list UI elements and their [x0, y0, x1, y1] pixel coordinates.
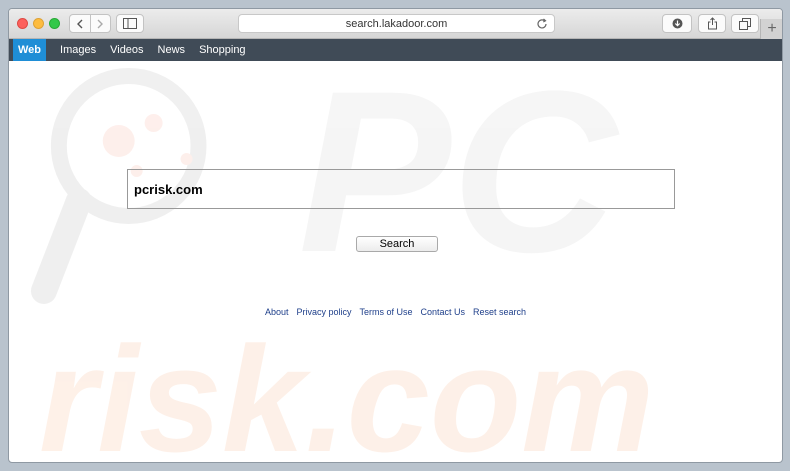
search-button[interactable]: Search — [356, 236, 438, 252]
close-window-button[interactable] — [17, 18, 28, 29]
minimize-window-button[interactable] — [33, 18, 44, 29]
watermark-logo: PC risk.com — [30, 61, 654, 463]
zoom-window-button[interactable] — [49, 18, 60, 29]
forward-icon — [97, 19, 104, 28]
share-button[interactable] — [698, 14, 726, 33]
browser-window: search.lakadoor.com + Web Images Videos New… — [8, 8, 783, 463]
watermark-risk-text: risk.com — [39, 315, 654, 463]
history-nav-group — [69, 14, 111, 33]
back-icon — [76, 19, 83, 28]
nav-item-news[interactable]: News — [152, 39, 192, 61]
nav-item-shopping[interactable]: Shopping — [193, 39, 252, 61]
nav-item-images[interactable]: Images — [54, 39, 102, 61]
sidebar-button[interactable] — [116, 14, 144, 33]
new-tab-button[interactable]: + — [760, 19, 782, 39]
forward-button[interactable] — [89, 15, 111, 32]
nav-item-videos[interactable]: Videos — [104, 39, 149, 61]
reload-icon[interactable] — [535, 17, 549, 31]
show-tabs-button[interactable] — [731, 14, 759, 33]
address-bar[interactable]: search.lakadoor.com — [238, 14, 555, 33]
nav-item-web[interactable]: Web — [13, 39, 47, 61]
tabs-icon — [739, 17, 751, 30]
footer-links: About Privacy policy Terms of Use Contact U… — [9, 307, 782, 317]
address-text: search.lakadoor.com — [345, 17, 448, 30]
page-content: PC risk.com Search About Privacy policy Te… — [9, 61, 782, 463]
search-category-nav: Web Images Videos News Shopping — [9, 39, 782, 61]
search-input[interactable] — [127, 169, 675, 209]
downloads-button[interactable] — [662, 14, 692, 33]
footer-link-about[interactable]: About — [265, 307, 289, 317]
footer-link-contact-us[interactable]: Contact Us — [421, 307, 466, 317]
download-icon — [672, 18, 682, 29]
footer-link-privacy-policy[interactable]: Privacy policy — [296, 307, 351, 317]
footer-link-reset-search[interactable]: Reset search — [473, 307, 526, 317]
browser-toolbar: search.lakadoor.com + — [9, 9, 782, 39]
sidebar-icon — [123, 18, 137, 29]
footer-link-terms-of-use[interactable]: Terms of Use — [359, 307, 412, 317]
share-icon — [707, 17, 717, 30]
back-button[interactable] — [70, 15, 90, 32]
